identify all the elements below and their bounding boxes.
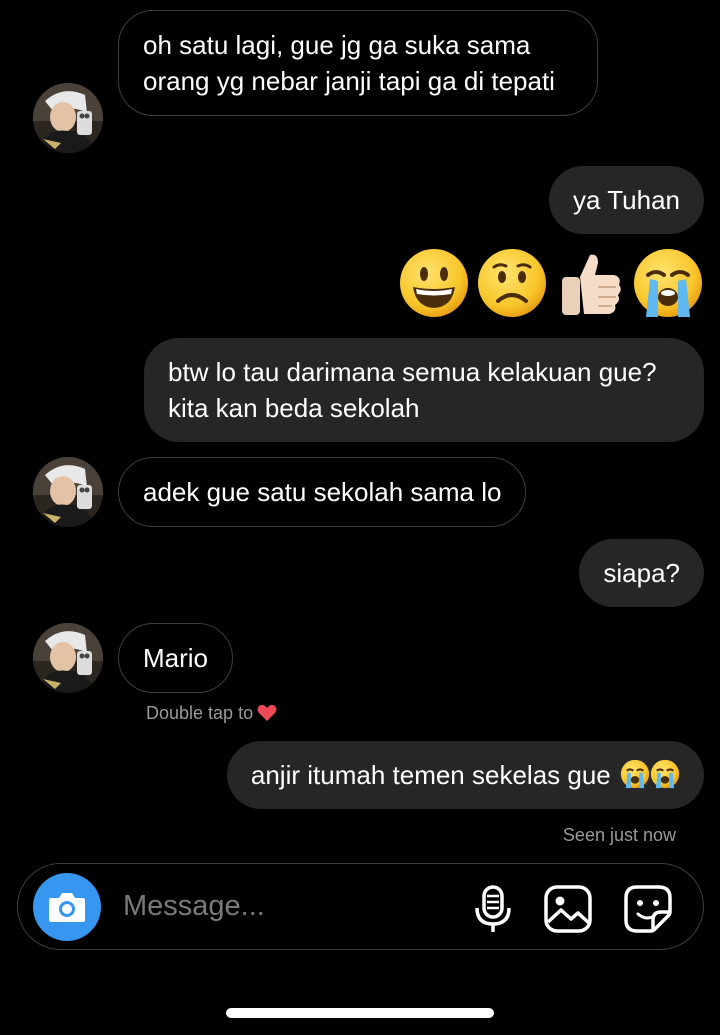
incoming-message-bubble[interactable]: Mario: [118, 623, 234, 693]
avatar[interactable]: [33, 83, 103, 153]
avatar[interactable]: [33, 623, 103, 693]
message-text: adek gue satu sekolah sama lo: [143, 477, 502, 507]
message-text: btw lo tau darimana semua kelakuan gue? …: [168, 357, 657, 423]
thumbs-up-emoji-icon: [562, 254, 621, 315]
loudly-crying-face-emoji-icon: [634, 249, 702, 317]
frowning-face-emoji-icon: [478, 249, 546, 317]
message-composer: [17, 863, 704, 950]
message-text: anjir itumah temen sekelas gue: [250, 760, 611, 790]
incoming-message-bubble[interactable]: oh satu lagi, gue jg ga suka sama orang …: [118, 10, 598, 116]
seen-status: Seen just now: [562, 825, 676, 845]
avatar[interactable]: [33, 457, 103, 527]
outgoing-message-bubble[interactable]: ya Tuhan: [549, 166, 704, 234]
message-text: siapa?: [603, 558, 680, 588]
loudly-crying-face-emoji-icon: [650, 759, 680, 789]
message-text: Mario: [143, 643, 209, 673]
microphone-icon[interactable]: [468, 884, 518, 934]
double-tap-hint: Double tap to: [146, 703, 277, 724]
loudly-crying-face-emoji-icon: [620, 759, 650, 789]
grinning-face-emoji-icon: [400, 249, 468, 317]
camera-icon: [49, 893, 85, 922]
outgoing-message-bubble[interactable]: btw lo tau darimana semua kelakuan gue? …: [144, 338, 704, 442]
message-text: ya Tuhan: [573, 185, 680, 215]
emoji-message[interactable]: [398, 247, 704, 319]
heart-icon: [257, 704, 277, 721]
sticker-icon[interactable]: [623, 884, 673, 934]
outgoing-message-bubble[interactable]: siapa?: [579, 539, 704, 607]
incoming-message-bubble[interactable]: adek gue satu sekolah sama lo: [118, 457, 527, 527]
message-input[interactable]: [123, 886, 453, 926]
outgoing-message-bubble[interactable]: anjir itumah temen sekelas gue: [226, 741, 704, 809]
gallery-icon[interactable]: [543, 884, 593, 934]
dm-thread-screen: oh satu lagi, gue jg ga suka sama orang …: [0, 0, 720, 1035]
message-text: oh satu lagi, gue jg ga suka sama orang …: [143, 30, 555, 96]
home-indicator[interactable]: [226, 1008, 494, 1018]
camera-button[interactable]: [33, 873, 101, 941]
